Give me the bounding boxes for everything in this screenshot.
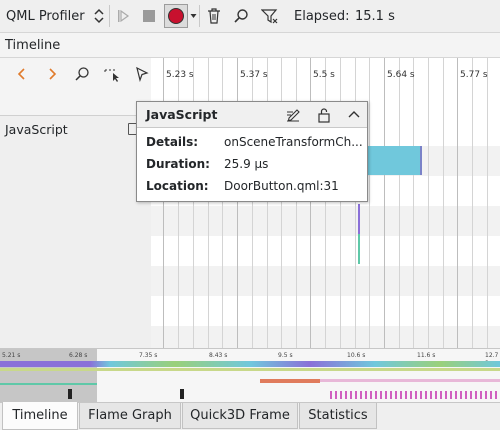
popup-header: JavaScript (137, 102, 367, 128)
record-dropdown-arrow-icon[interactable] (189, 4, 198, 28)
tab-quick3d-frame[interactable]: Quick3D Frame (182, 403, 298, 429)
duration-row: Duration: 25.9 µs (146, 157, 268, 171)
details-value: onSceneTransformCh... (224, 135, 363, 149)
overview-marker (180, 389, 184, 399)
event-block[interactable] (358, 234, 360, 264)
overview-band (260, 379, 320, 383)
profiler-selector[interactable]: QML Profiler (2, 4, 106, 28)
jump-to-start-icon[interactable] (113, 4, 133, 28)
overview-band (0, 368, 500, 371)
overview-tick-label: 10.6 s (347, 352, 366, 359)
time-tick-label: 5.5 s (313, 70, 335, 80)
previous-event-icon[interactable] (14, 66, 30, 82)
collapse-chevron-up-icon[interactable] (347, 107, 361, 123)
search-icon[interactable] (231, 4, 251, 28)
time-tick-label: 5.37 s (240, 70, 268, 80)
tab-statistics[interactable]: Statistics (299, 403, 377, 429)
overview-tick-label: 9.5 s (278, 352, 293, 359)
overview-band (0, 383, 97, 385)
location-value: DoorButton.qml:31 (224, 179, 339, 193)
overview-marker (68, 389, 72, 399)
view-title-bar: Timeline (0, 32, 500, 58)
record-icon (168, 8, 184, 24)
main-toolbar: QML Profiler Elapsed: 15.1 s (0, 0, 500, 32)
details-label: Details: (146, 135, 199, 149)
range-select-icon[interactable] (104, 66, 122, 82)
zoom-icon[interactable] (74, 66, 90, 82)
overview-tick-label: 5.21 s (2, 352, 21, 359)
duration-label: Duration: (146, 157, 210, 171)
record-button[interactable] (164, 4, 188, 28)
elapsed-label: Elapsed: (294, 8, 350, 24)
details-row: Details: onSceneTransformCh... (146, 135, 363, 149)
overview-tick-label: 7.35 s (139, 352, 158, 359)
next-event-icon[interactable] (44, 66, 60, 82)
location-row: Location: DoorButton.qml:31 (146, 179, 339, 193)
popup-title: JavaScript (146, 107, 218, 122)
category-label-javascript: JavaScript (5, 122, 68, 137)
event-block-selected[interactable] (367, 146, 422, 175)
tab-timeline[interactable]: Timeline (2, 402, 78, 430)
tab-flame-graph[interactable]: Flame Graph (79, 403, 181, 429)
time-tick-label: 5.64 s (387, 70, 415, 80)
overview-band (0, 361, 500, 367)
category-panel: JavaScript (0, 116, 151, 348)
selection-cursor-icon[interactable] (134, 66, 150, 83)
edit-note-icon[interactable] (285, 107, 301, 123)
profiler-selector-label: QML Profiler (6, 8, 85, 24)
stop-icon[interactable] (139, 4, 159, 28)
event-details-popup: JavaScript Details: onSceneTransformCh...… (136, 101, 368, 202)
location-label: Location: (146, 179, 209, 193)
duration-value: 25.9 µs (224, 157, 269, 171)
overview-tick-label: 11.6 s (417, 352, 436, 359)
lock-icon[interactable] (317, 107, 331, 123)
view-title: Timeline (5, 38, 61, 53)
updown-arrows-icon (94, 8, 104, 27)
filter-icon[interactable] (259, 4, 281, 28)
elapsed-value: 15.1 s (355, 8, 395, 24)
overview-tick-label: 8.43 s (209, 352, 228, 359)
overview-tick-label: 6.28 s (69, 352, 88, 359)
time-tick-label: 5.77 s (460, 70, 488, 80)
view-tabs: Timeline Flame Graph Quick3D Frame Stati… (0, 402, 500, 430)
event-block[interactable] (358, 204, 360, 234)
trash-icon[interactable] (204, 4, 224, 28)
overview-band (330, 391, 500, 399)
time-tick-label: 5.23 s (166, 70, 194, 80)
timeline-overview[interactable]: 5.21 s 6.28 s 7.35 s 8.43 s 9.5 s 10.6 s… (0, 348, 500, 402)
overview-band (320, 379, 500, 382)
